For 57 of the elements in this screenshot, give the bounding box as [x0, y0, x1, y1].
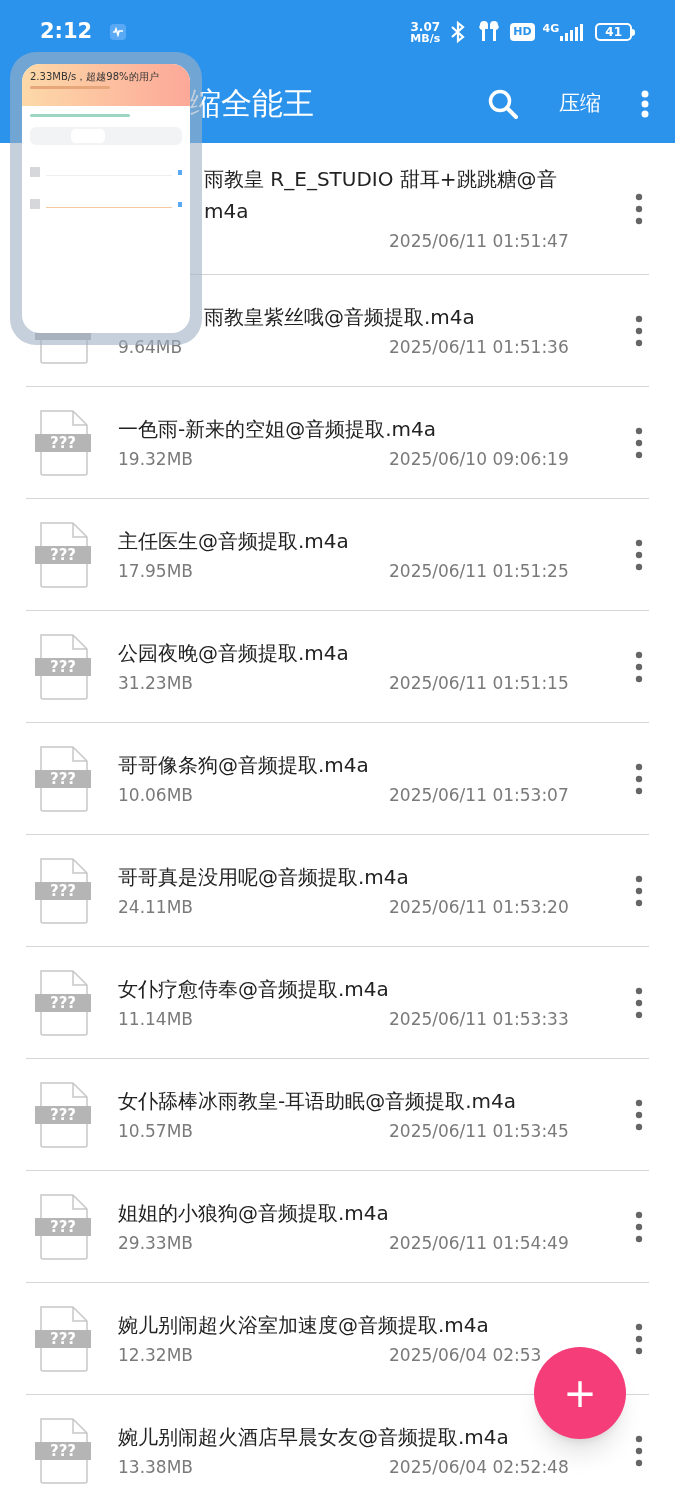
more-options-icon[interactable] [635, 650, 643, 683]
more-options-icon[interactable] [635, 192, 643, 225]
file-name: 雨教皇紫丝哦@音频提取.m4a [204, 303, 476, 331]
file-size: 12.32MB [118, 1343, 193, 1367]
more-options-icon[interactable] [635, 874, 643, 907]
file-date: 2025/06/04 02:52:48 [389, 1456, 569, 1477]
file-size: 13.38MB [118, 1455, 193, 1479]
file-date: 2025/06/11 01:51:25 [389, 560, 569, 581]
file-name: 女仆舔棒冰雨教皇-耳语助眠@音频提取.m4a [118, 1087, 518, 1115]
file-date: 2025/06/11 01:53:07 [389, 784, 569, 805]
file-date: 2025/06/11 01:51:47 [389, 230, 569, 251]
more-options-icon[interactable] [635, 314, 643, 347]
file-date: 2025/06/11 01:53:45 [389, 1120, 569, 1141]
file-name: 主任医生@音频提取.m4a [118, 527, 350, 555]
network-speed-unit: MB/s [410, 32, 441, 44]
file-name: 哥哥真是没用呢@音频提取.m4a [118, 863, 410, 891]
file-name: 姐姐的小狼狗@音频提取.m4a [118, 1199, 390, 1227]
file-size: 10.57MB [118, 1119, 193, 1143]
status-time: 2:12 [40, 18, 93, 46]
file-date: 2025/06/11 01:51:36 [389, 336, 569, 357]
more-options-icon[interactable] [635, 1210, 643, 1243]
file-size: 11.14MB [118, 1007, 193, 1031]
file-name: 一色雨-新来的空姐@音频提取.m4a [118, 415, 438, 443]
app-notification-icon [110, 24, 127, 40]
search-icon[interactable] [487, 87, 519, 120]
file-size: 24.11MB [118, 895, 193, 919]
more-options-icon[interactable] [635, 1098, 643, 1131]
file-size: 10.06MB [118, 783, 193, 807]
file-size: 29.33MB [118, 1231, 193, 1255]
hd-badge: HD [510, 23, 535, 41]
file-name: 婉儿别闹超火酒店早晨女友@音频提取.m4a [118, 1423, 510, 1451]
more-options-icon[interactable] [641, 89, 649, 118]
file-date: 2025/06/11 01:51:15 [389, 672, 569, 693]
more-options-icon[interactable] [635, 538, 643, 571]
more-options-icon[interactable] [635, 1434, 643, 1467]
file-name: 公园夜晚@音频提取.m4a [118, 639, 350, 667]
file-date: 2025/06/10 09:06:19 [389, 448, 569, 469]
network-speed: 3.07 [410, 20, 441, 33]
file-name: 婉儿别闹超火浴室加速度@音频提取.m4a [118, 1311, 490, 1339]
more-options-icon[interactable] [635, 986, 643, 1019]
file-date: 2025/06/11 01:53:20 [389, 896, 569, 917]
battery-indicator: 41 [595, 23, 635, 41]
file-name: 雨教皇 R_E_STUDIO 甜耳+跳跳糖@音 m4a [204, 165, 558, 225]
more-options-icon[interactable] [635, 426, 643, 459]
file-size: 17.95MB [118, 559, 193, 583]
more-options-icon[interactable] [635, 762, 643, 795]
network-type: 4G [542, 23, 560, 34]
file-name: 女仆疗愈侍奉@音频提取.m4a [118, 975, 390, 1003]
signal-icon [559, 22, 586, 42]
more-options-icon[interactable] [635, 1322, 643, 1355]
compress-button[interactable]: 压缩 [559, 87, 601, 120]
file-size: 31.23MB [118, 671, 193, 695]
file-date: 2025/06/11 01:53:33 [389, 1008, 569, 1029]
preview-headline: 2.33MB/s，超越98%的用户 [30, 72, 160, 82]
file-name: 哥哥像条狗@音频提取.m4a [118, 751, 370, 779]
file-size: 19.32MB [118, 447, 193, 471]
file-date: 2025/06/11 01:54:49 [389, 1232, 569, 1253]
